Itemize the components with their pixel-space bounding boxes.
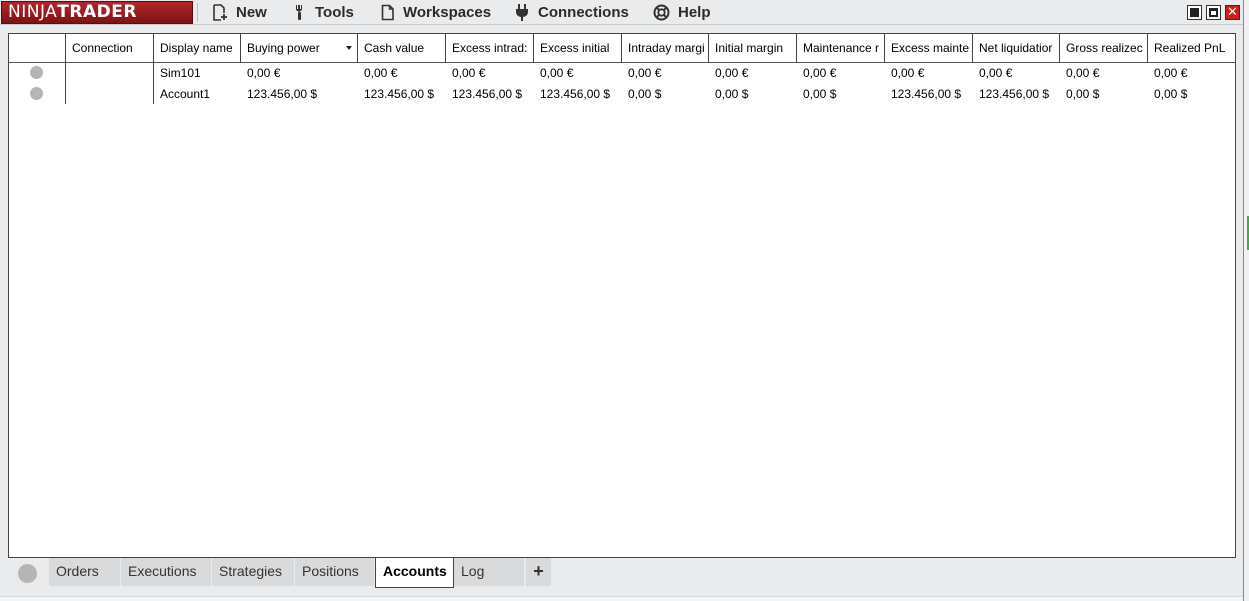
- sort-descending-icon: [346, 46, 352, 50]
- column-header-gross-realized[interactable]: Gross realizec: [1060, 34, 1148, 63]
- cell-initial-margin: 0,00 €: [715, 66, 749, 80]
- cell-intraday-margin: 0,00 $: [628, 87, 662, 101]
- cell-buying-power: 0,00 €: [247, 66, 281, 80]
- tab-positions[interactable]: Positions: [295, 558, 375, 586]
- column-header-cash-value[interactable]: Cash value: [358, 34, 446, 63]
- close-icon: ✕: [1227, 4, 1238, 19]
- column-header-excess-initial[interactable]: Excess initial: [534, 34, 622, 63]
- cell-net-liquidation: 123.456,00 $: [979, 87, 1050, 101]
- close-button[interactable]: ✕: [1225, 5, 1240, 20]
- column-header-initial-margin[interactable]: Initial margin: [709, 34, 797, 63]
- table-row[interactable]: Sim101 0,00 € 0,00 € 0,00 € 0,00 € 0,00 …: [9, 63, 1235, 84]
- maximize-button[interactable]: [1206, 5, 1221, 20]
- column-header-excess-intraday[interactable]: Excess intrad:: [446, 34, 534, 63]
- cell-cash-value: 0,00 €: [364, 66, 398, 80]
- cell-maintenance-margin: 0,00 €: [803, 66, 837, 80]
- column-header-connection[interactable]: Connection: [66, 34, 154, 63]
- grid-header: Connection Display name Buying power Cas…: [9, 34, 1235, 63]
- cell-cash-value: 123.456,00 $: [364, 87, 435, 101]
- plus-icon: +: [533, 561, 544, 581]
- connection-status-dot: [30, 66, 43, 79]
- menu-connections-label: Connections: [538, 4, 629, 21]
- cell-excess-maintenance: 0,00 €: [891, 66, 925, 80]
- window-right-edge: [1243, 0, 1249, 601]
- menu-help[interactable]: Help: [653, 0, 711, 25]
- minimize-button[interactable]: [1187, 5, 1202, 20]
- column-header-display-name[interactable]: Display name: [154, 34, 241, 63]
- menu-workspaces[interactable]: Workspaces: [381, 0, 491, 25]
- column-header-maintenance-margin[interactable]: Maintenance r: [797, 34, 885, 63]
- column-header-buying-power[interactable]: Buying power: [241, 34, 358, 63]
- column-header-net-liquidation[interactable]: Net liquidatior: [973, 34, 1060, 63]
- column-header-intraday-margin[interactable]: Intraday margi: [622, 34, 709, 63]
- menu-tools[interactable]: Tools: [293, 0, 354, 25]
- cell-display-name: Sim101: [160, 66, 201, 80]
- tab-bar: Orders Executions Strategies Positions A…: [8, 558, 1236, 588]
- cell-excess-maintenance: 123.456,00 $: [891, 87, 962, 101]
- menu-divider: [197, 3, 198, 22]
- tab-executions[interactable]: Executions: [121, 558, 212, 586]
- cell-connection: [66, 63, 154, 84]
- cell-maintenance-margin: 0,00 $: [803, 87, 837, 101]
- tab-strategies[interactable]: Strategies: [212, 558, 295, 586]
- connection-status-dot: [30, 87, 43, 100]
- column-header-status[interactable]: [9, 34, 66, 63]
- cell-excess-initial: 123.456,00 $: [540, 87, 611, 101]
- cell-excess-initial: 0,00 €: [540, 66, 574, 80]
- menu-help-label: Help: [678, 4, 711, 21]
- tab-accounts[interactable]: Accounts: [375, 558, 454, 588]
- menu-new[interactable]: New: [212, 0, 267, 25]
- column-header-realized-pnl[interactable]: Realized PnL: [1148, 34, 1235, 63]
- wrench-icon: [293, 4, 307, 21]
- cell-net-liquidation: 0,00 €: [979, 66, 1013, 80]
- cell-gross-realized: 0,00 $: [1066, 87, 1100, 101]
- plug-icon: [515, 4, 530, 21]
- menu-connections[interactable]: Connections: [515, 0, 629, 25]
- menu-tools-label: Tools: [315, 4, 354, 21]
- cell-display-name: Account1: [160, 87, 211, 101]
- cell-initial-margin: 0,00 $: [715, 87, 749, 101]
- accounts-grid: Connection Display name Buying power Cas…: [8, 33, 1236, 558]
- table-row[interactable]: Account1 123.456,00 $ 123.456,00 $ 123.4…: [9, 84, 1235, 105]
- menu-new-label: New: [236, 4, 267, 21]
- column-header-excess-maintenance[interactable]: Excess maintе: [885, 34, 973, 63]
- menu-workspaces-label: Workspaces: [403, 4, 492, 21]
- cell-gross-realized: 0,00 €: [1066, 66, 1100, 80]
- cell-connection: [66, 84, 154, 105]
- cell-excess-intraday: 123.456,00 $: [452, 87, 523, 101]
- new-document-icon: [212, 4, 228, 21]
- lifebuoy-icon: [653, 4, 670, 21]
- cell-excess-intraday: 0,00 €: [452, 66, 486, 80]
- document-icon: [381, 4, 395, 21]
- connection-status-icon: [18, 564, 37, 583]
- cell-realized-pnl: 0,00 $: [1154, 87, 1188, 101]
- tab-log[interactable]: Log: [454, 558, 525, 586]
- cell-realized-pnl: 0,00 €: [1154, 66, 1188, 80]
- cell-intraday-margin: 0,00 €: [628, 66, 662, 80]
- ninjatrader-logo: NINJATRADER: [1, 1, 193, 24]
- tab-orders[interactable]: Orders: [49, 558, 121, 586]
- add-tab-button[interactable]: +: [526, 558, 551, 586]
- menu-bar: NINJATRADER New Tools Workspaces Connect: [0, 0, 1249, 25]
- cell-buying-power: 123.456,00 $: [247, 87, 318, 101]
- ninjatrader-control-center: NINJATRADER New Tools Workspaces Connect: [0, 0, 1249, 601]
- window-bottom-edge: [0, 596, 1249, 601]
